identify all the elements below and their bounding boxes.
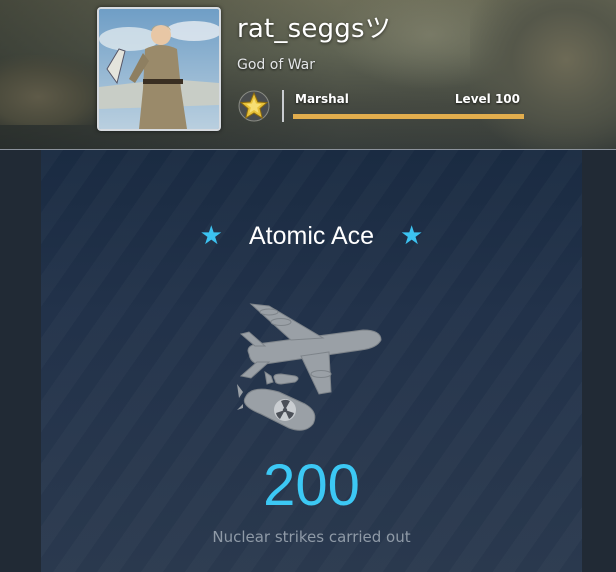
avatar[interactable]: [97, 7, 221, 131]
gold-star-icon: [238, 90, 270, 122]
xp-progress-fill: [293, 114, 524, 119]
star-icon: ★: [199, 221, 223, 251]
rank-divider: [282, 90, 284, 122]
award-title: Atomic Ace: [248, 222, 375, 250]
header-background-scene: [470, 0, 616, 149]
header-background-scene: [0, 55, 110, 125]
avatar-portrait: [99, 9, 219, 129]
rank-name: Marshal: [295, 92, 349, 106]
profile-header: rat_seggsツ God of War Marshal Level 100: [0, 0, 616, 150]
player-title: God of War: [237, 57, 315, 73]
level-label: Level 100: [454, 92, 520, 106]
side-panel-left: [0, 150, 41, 572]
award-card: ★ Atomic Ace ★ 200 Nuclear strikes carri…: [41, 150, 582, 572]
bomber-nuke-icon: [235, 300, 385, 436]
xp-progress-bar: [293, 114, 524, 119]
award-header: ★ Atomic Ace ★: [41, 218, 582, 254]
star-icon: ★: [400, 221, 424, 251]
username: rat_seggsツ: [237, 14, 391, 44]
award-description: Nuclear strikes carried out: [212, 528, 411, 546]
award-count: 200: [263, 453, 360, 518]
side-panel-right: [582, 150, 616, 572]
